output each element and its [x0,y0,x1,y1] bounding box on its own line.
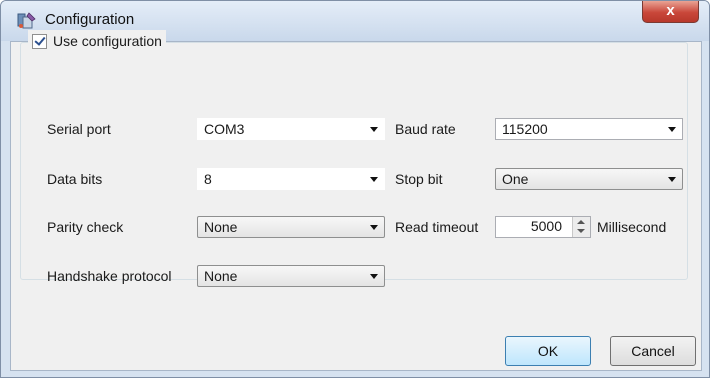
chevron-down-icon [370,274,378,279]
stop-bit-value: One [502,171,529,187]
chevron-down-icon [668,177,676,182]
read-timeout-unit: Millisecond [597,219,667,235]
parity-check-value: None [204,219,238,235]
parity-check-select[interactable]: None [197,216,385,238]
read-timeout-label: Read timeout [395,219,479,235]
serial-port-label: Serial port [47,121,111,137]
use-configuration-checkbox[interactable] [32,33,47,49]
spinner-buttons[interactable] [572,217,590,237]
spin-up-icon[interactable] [577,220,585,224]
data-bits-label: Data bits [47,171,103,187]
serial-port-value: COM3 [204,121,245,137]
app-icon [17,12,36,29]
chevron-down-icon [370,177,378,182]
data-bits-select[interactable]: 8 [197,168,385,190]
chevron-down-icon [370,127,378,132]
chevron-down-icon [668,127,676,132]
configuration-group [20,42,688,280]
use-configuration-label: Use configuration [53,33,162,49]
use-configuration-toggle[interactable]: Use configuration [28,30,166,52]
close-button[interactable]: x [642,1,699,23]
data-bits-value: 8 [204,171,212,187]
stop-bit-label: Stop bit [395,171,443,187]
cancel-button[interactable]: Cancel [610,336,696,366]
baud-rate-select[interactable]: 115200 [495,118,683,140]
handshake-protocol-value: None [204,268,238,284]
ok-button[interactable]: OK [505,336,591,366]
stop-bit-select[interactable]: One [495,168,683,190]
window-title: Configuration [45,11,135,28]
baud-rate-label: Baud rate [395,121,456,137]
read-timeout-spinner[interactable]: 5000 [495,216,591,238]
handshake-protocol-label: Handshake protocol [47,268,172,284]
serial-port-select[interactable]: COM3 [197,118,385,140]
spin-down-icon[interactable] [577,229,585,233]
close-icon: x [666,2,675,19]
parity-check-label: Parity check [47,219,124,235]
baud-rate-value: 115200 [502,121,548,137]
read-timeout-value: 5000 [530,218,562,234]
chevron-down-icon [370,225,378,230]
handshake-protocol-select[interactable]: None [197,265,385,287]
